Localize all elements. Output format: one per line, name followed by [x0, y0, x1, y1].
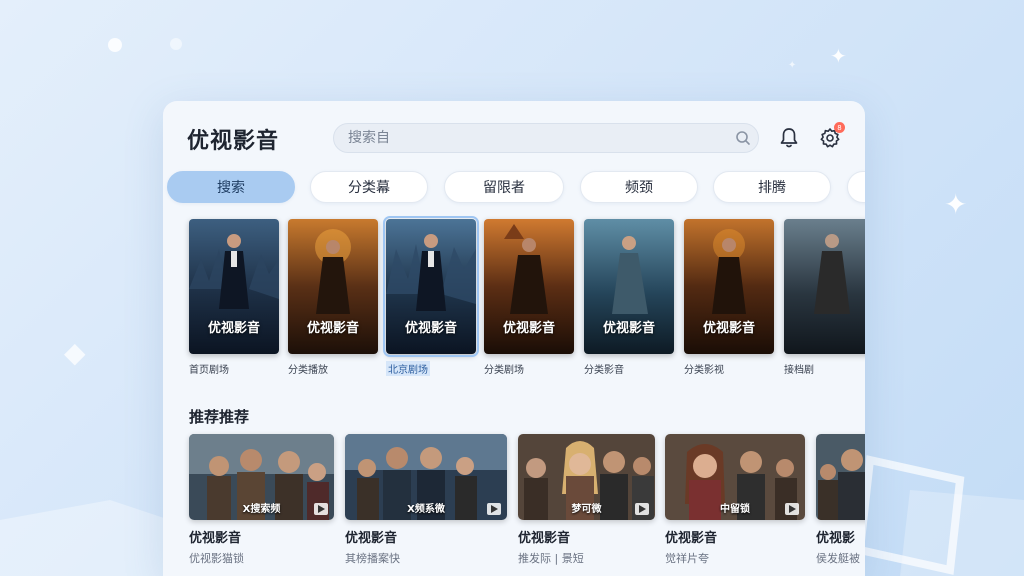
sparkle-icon: ◆	[64, 336, 86, 369]
recommend-subtitle: 觉祥片夸	[665, 552, 709, 565]
bg-dot	[108, 38, 122, 52]
bg-shape	[860, 455, 1024, 576]
tab-search[interactable]: 搜索	[167, 171, 295, 203]
recommend-card[interactable]: 梦可微 优视影音 推发际 | 景短	[518, 434, 655, 566]
poster-image	[784, 219, 865, 354]
notification-button[interactable]	[777, 125, 801, 151]
recommend-subtitle: 优视影猫锁	[189, 552, 244, 565]
poster-image: 优视影音	[189, 219, 279, 354]
bg-shape	[0, 500, 170, 576]
recommend-title: 优视影音	[665, 531, 718, 546]
poster-card[interactable]: 优视影音 分类影视	[684, 219, 774, 376]
poster-image: 优视影音	[684, 219, 774, 354]
poster-card[interactable]: 优视影音 分类剧场	[484, 219, 574, 376]
poster-image: 优视影音	[288, 219, 378, 354]
recommend-image: X频系微	[345, 434, 507, 520]
notification-badge: 8	[834, 122, 845, 133]
recommend-card[interactable]: X频系微 优视影音 其榜播案快	[345, 434, 507, 566]
recommend-image: 梦可微	[518, 434, 655, 520]
poster-title: 优视影音	[207, 321, 260, 336]
recommend-logo: X频系微	[407, 504, 445, 515]
play-icon[interactable]	[314, 503, 328, 515]
search-box[interactable]	[333, 123, 759, 153]
settings-button[interactable]: 8	[817, 122, 845, 151]
recommend-card[interactable]: 优视影 侯发艇被	[816, 434, 865, 566]
play-icon[interactable]	[785, 503, 799, 515]
poster-caption: 分类影音	[584, 365, 624, 376]
sparkle-icon: ✦	[944, 188, 968, 221]
recommend-image: 中留锁	[665, 434, 805, 520]
tab-4[interactable]: 频颈	[580, 171, 698, 203]
recommend-title: 优视影音	[345, 531, 398, 546]
recommend-title: 优视影音	[518, 531, 571, 546]
poster-card[interactable]: 接档剧	[784, 219, 865, 376]
poster-title: 优视影音	[502, 321, 555, 336]
poster-caption: 分类剧场	[484, 365, 524, 376]
poster-caption: 首页剧场	[189, 365, 229, 376]
poster-title: 优视影音	[306, 321, 359, 336]
tab-category[interactable]: 分类幕	[310, 171, 428, 203]
header: 优视影音 8	[163, 101, 865, 173]
tab-3[interactable]: 留限者	[444, 171, 564, 203]
tab-6[interactable]	[847, 171, 865, 203]
poster-card[interactable]: 优视影音 北京剧场	[383, 216, 479, 377]
poster-row: 优视影音 首页剧场 优视影音 分类播放 优视影音 北京剧场 优视影音 分类剧场 …	[189, 216, 865, 379]
play-icon[interactable]	[487, 503, 501, 515]
poster-title: 优视影音	[702, 321, 755, 336]
recommend-subtitle: 推发际 | 景短	[518, 552, 584, 565]
recommend-logo: 中留锁	[720, 504, 750, 515]
poster-card[interactable]: 优视影音 分类影音	[584, 219, 674, 376]
play-icon[interactable]	[635, 503, 649, 515]
recommend-logo: 梦可微	[571, 504, 602, 515]
recommend-image: X搜索频	[189, 434, 334, 520]
recommend-subtitle: 侯发艇被	[816, 552, 860, 565]
recommend-title: 优视影音	[189, 531, 242, 546]
poster-image: 优视影音	[584, 219, 674, 354]
poster-card[interactable]: 优视影音 首页剧场	[189, 219, 279, 376]
recommend-image	[816, 434, 865, 520]
recommend-subtitle: 其榜播案快	[345, 552, 400, 565]
poster-caption: 接档剧	[784, 365, 814, 376]
poster-image: 优视影音	[383, 216, 479, 357]
section-title-recommend: 推荐推荐	[189, 408, 250, 426]
recommend-logo: X搜索频	[242, 504, 281, 515]
recommend-row: X搜索频 优视影音 优视影猫锁 X频系微 优视影音 其榜播案快 梦可微 优视影音…	[189, 434, 865, 576]
app-window: 优视影音 8 搜索 分类幕 留限者 频颈 排腾	[163, 101, 865, 576]
poster-title: 优视影音	[602, 321, 655, 336]
app-title: 优视影音	[187, 129, 280, 154]
recommend-card[interactable]: 中留锁 优视影音 觉祥片夸	[665, 434, 805, 566]
search-icon[interactable]	[728, 123, 758, 153]
recommend-title: 优视影	[816, 531, 856, 546]
poster-caption: 分类播放	[288, 365, 328, 376]
category-tabs: 搜索 分类幕 留限者 频颈 排腾	[167, 171, 865, 203]
bg-dot	[170, 38, 182, 50]
sparkle-icon: ✦	[788, 60, 797, 71]
sparkle-icon: ✦	[830, 44, 847, 68]
poster-image: 优视影音	[484, 219, 574, 354]
bell-icon	[780, 128, 798, 148]
recommend-card[interactable]: X搜索频 优视影音 优视影猫锁	[189, 434, 334, 566]
search-input[interactable]	[334, 124, 728, 152]
poster-caption: 分类影视	[684, 365, 724, 376]
poster-caption: 北京剧场	[386, 361, 430, 376]
poster-card[interactable]: 优视影音 分类播放	[288, 219, 378, 376]
tab-5[interactable]: 排腾	[713, 171, 831, 203]
poster-title: 优视影音	[404, 321, 457, 336]
